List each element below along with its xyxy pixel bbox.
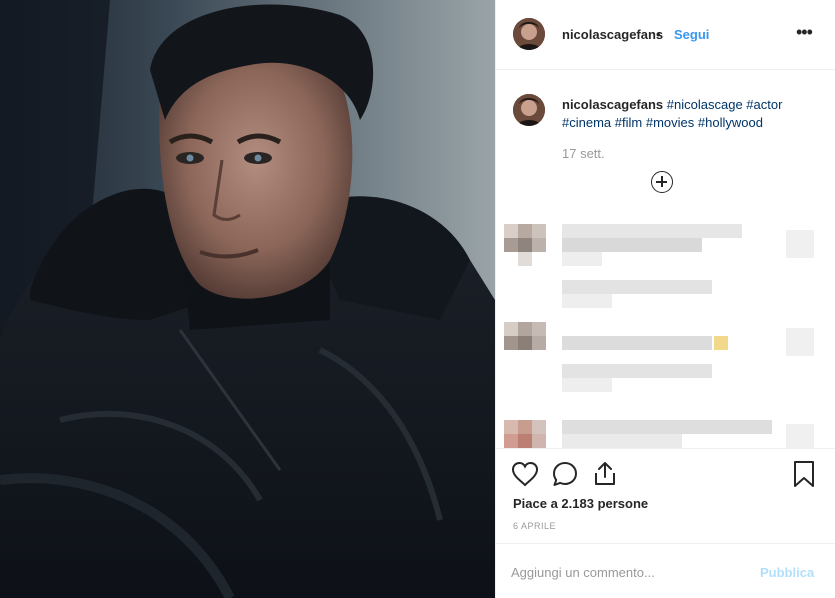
pixelated-comments bbox=[496, 210, 835, 448]
hashtag-nicolascage[interactable]: #nicolascage bbox=[667, 97, 743, 112]
avatar-image bbox=[513, 94, 545, 126]
more-options-icon[interactable]: ••• bbox=[796, 22, 816, 42]
caption-username[interactable]: nicolascagefans bbox=[562, 97, 663, 112]
post-caption: nicolascagefans #nicolascage #actor #cin… bbox=[562, 96, 812, 132]
bookmark-icon[interactable] bbox=[792, 460, 816, 488]
header-username[interactable]: nicolascagefans bbox=[562, 27, 663, 42]
hashtag-movies[interactable]: #movies bbox=[646, 115, 694, 130]
hashtag-actor[interactable]: #actor bbox=[746, 97, 782, 112]
likes-count[interactable]: Piace a 2.183 persone bbox=[513, 496, 648, 511]
avatar-image bbox=[513, 18, 545, 50]
separator-dot: • bbox=[656, 27, 661, 42]
load-more-comments-icon[interactable] bbox=[651, 171, 673, 193]
avatar[interactable] bbox=[513, 18, 545, 50]
publish-button[interactable]: Pubblica bbox=[760, 565, 814, 580]
share-icon[interactable] bbox=[591, 459, 619, 487]
hashtag-hollywood[interactable]: #hollywood bbox=[698, 115, 763, 130]
post-header: nicolascagefans • Segui ••• bbox=[496, 0, 835, 70]
hashtag-cinema[interactable]: #cinema bbox=[562, 115, 611, 130]
caption-avatar[interactable] bbox=[513, 94, 545, 126]
caption-timestamp: 17 sett. bbox=[562, 146, 605, 161]
post-actions: Piace a 2.183 persone 6 APRILE bbox=[496, 448, 835, 543]
hashtag-film[interactable]: #film bbox=[615, 115, 642, 130]
post-date: 6 APRILE bbox=[513, 521, 557, 531]
heart-icon[interactable] bbox=[511, 461, 539, 487]
comment-input[interactable] bbox=[511, 562, 731, 582]
post-side-panel: nicolascagefans • Segui ••• nicolascagef… bbox=[495, 0, 835, 598]
follow-button[interactable]: Segui bbox=[674, 27, 709, 42]
post-photo[interactable] bbox=[0, 0, 495, 598]
comment-icon[interactable] bbox=[551, 460, 579, 488]
post-image bbox=[0, 0, 495, 598]
comment-bar: Pubblica bbox=[496, 543, 835, 598]
